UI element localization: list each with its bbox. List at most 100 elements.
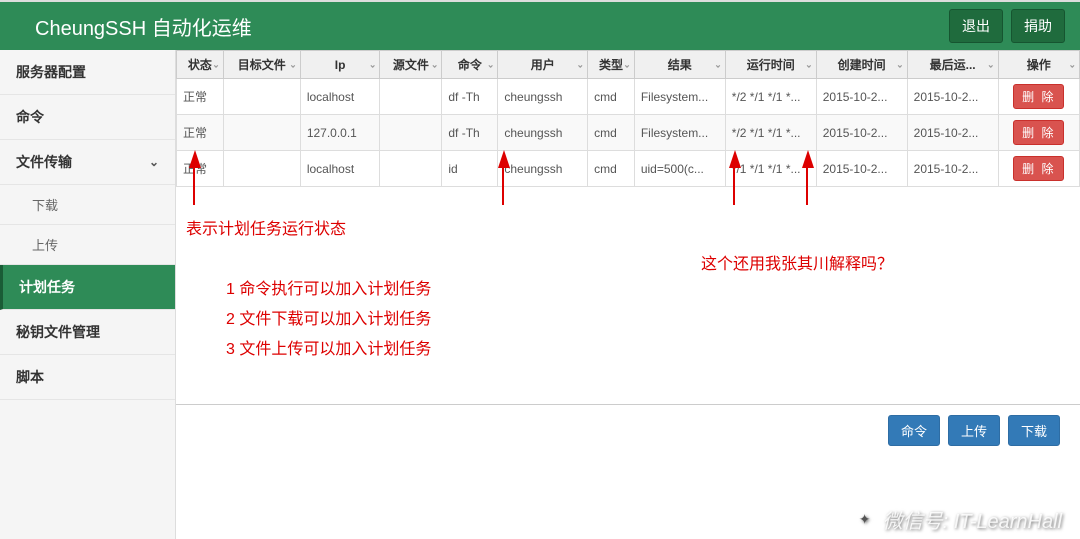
sort-icon: ⌄ bbox=[714, 59, 722, 70]
cell-src bbox=[380, 151, 442, 187]
sidebar-subitem-upload[interactable]: 上传 bbox=[0, 225, 175, 265]
arrow-icon bbox=[729, 150, 741, 168]
arrow-icon bbox=[189, 150, 201, 168]
cell-runtime: */2 */1 */1 *... bbox=[725, 115, 816, 151]
delete-button[interactable]: 删 除 bbox=[1013, 84, 1064, 109]
header-buttons: 退出 捐助 bbox=[949, 9, 1065, 43]
cell-status: 正常 bbox=[177, 115, 224, 151]
arrow-stem bbox=[193, 165, 195, 205]
table-row[interactable]: 正常 127.0.0.1 df -ThcheungsshcmdFilesystem.… bbox=[177, 115, 1080, 151]
col-ip[interactable]: Ip⌄ bbox=[300, 51, 380, 79]
cell-ip: localhost bbox=[300, 79, 380, 115]
arrow-icon bbox=[802, 150, 814, 168]
cell-type: cmd bbox=[588, 115, 635, 151]
header: CheungSSH 自动化运维 退出 捐助 bbox=[0, 0, 1080, 50]
footer-cmd-button[interactable]: 命令 bbox=[888, 415, 940, 446]
chevron-down-icon: ⌄ bbox=[149, 155, 159, 169]
sort-icon: ⌄ bbox=[987, 59, 995, 70]
cell-ltime: 2015-10-2... bbox=[907, 79, 998, 115]
sort-icon: ⌄ bbox=[487, 59, 495, 70]
sort-icon: ⌄ bbox=[805, 59, 813, 70]
arrow-stem bbox=[806, 165, 808, 205]
task-table: 状态⌄ 目标文件⌄ Ip⌄ 源文件⌄ 命令⌄ 用户⌄ 类型⌄ 结果⌄ 运行时间⌄… bbox=[176, 50, 1080, 187]
col-user[interactable]: 用户⌄ bbox=[498, 51, 588, 79]
col-result[interactable]: 结果⌄ bbox=[634, 51, 725, 79]
footer-upload-button[interactable]: 上传 bbox=[948, 415, 1000, 446]
cell-type: cmd bbox=[588, 79, 635, 115]
content-area: 状态⌄ 目标文件⌄ Ip⌄ 源文件⌄ 命令⌄ 用户⌄ 类型⌄ 结果⌄ 运行时间⌄… bbox=[176, 50, 1080, 539]
annotation-line2: 2 文件下载可以加入计划任务 bbox=[226, 305, 431, 329]
cell-dest bbox=[223, 79, 300, 115]
cell-ctime: 2015-10-2... bbox=[816, 115, 907, 151]
sidebar-item-script[interactable]: 脚本 bbox=[0, 355, 175, 400]
col-cmd[interactable]: 命令⌄ bbox=[442, 51, 498, 79]
col-src[interactable]: 源文件⌄ bbox=[380, 51, 442, 79]
sidebar-item-key-management[interactable]: 秘钥文件管理 bbox=[0, 310, 175, 355]
delete-button[interactable]: 删 除 bbox=[1013, 120, 1064, 145]
cell-runtime: */2 */1 */1 *... bbox=[725, 79, 816, 115]
cell-cmd: df -Th bbox=[442, 79, 498, 115]
sort-icon: ⌄ bbox=[577, 59, 585, 70]
annotation-line1: 1 命令执行可以加入计划任务 bbox=[226, 275, 431, 299]
donate-button[interactable]: 捐助 bbox=[1011, 9, 1065, 43]
cell-result: Filesystem... bbox=[634, 115, 725, 151]
sidebar-item-scheduled-tasks[interactable]: 计划任务 bbox=[0, 265, 175, 310]
watermark: ✦ 微信号: IT-LearnHall bbox=[853, 505, 1062, 534]
sort-icon: ⌄ bbox=[1068, 59, 1076, 70]
cell-action: 删 除 bbox=[998, 79, 1079, 115]
annotation-right: 这个还用我张其川解释吗？ bbox=[701, 250, 893, 274]
sort-icon: ⌄ bbox=[431, 59, 439, 70]
col-action[interactable]: 操作⌄ bbox=[998, 51, 1079, 79]
footer-download-button[interactable]: 下载 bbox=[1008, 415, 1060, 446]
sidebar-item-file-transfer[interactable]: 文件传输⌄ bbox=[0, 140, 175, 185]
cell-ltime: 2015-10-2... bbox=[907, 151, 998, 187]
col-type[interactable]: 类型⌄ bbox=[588, 51, 635, 79]
cell-ctime: 2015-10-2... bbox=[816, 79, 907, 115]
cell-cmd: df -Th bbox=[442, 115, 498, 151]
col-status[interactable]: 状态⌄ bbox=[177, 51, 224, 79]
cell-user: cheungssh bbox=[498, 115, 588, 151]
cell-status: 正常 bbox=[177, 79, 224, 115]
cell-result: uid=500(c... bbox=[634, 151, 725, 187]
cell-cmd: id bbox=[442, 151, 498, 187]
cell-type: cmd bbox=[588, 151, 635, 187]
sort-icon: ⌄ bbox=[289, 59, 297, 70]
sidebar-item-command[interactable]: 命令 bbox=[0, 95, 175, 140]
cell-ctime: 2015-10-2... bbox=[816, 151, 907, 187]
table-row[interactable]: 正常localhostidcheungsshcmduid=500(c...*/1… bbox=[177, 151, 1080, 187]
cell-dest bbox=[223, 115, 300, 151]
sidebar: 服务器配置 命令 文件传输⌄ 下载 上传 计划任务 秘钥文件管理 脚本 bbox=[0, 50, 176, 539]
sidebar-item-server-config[interactable]: 服务器配置 bbox=[0, 50, 175, 95]
sort-icon: ⌄ bbox=[212, 59, 220, 70]
sidebar-subitem-download[interactable]: 下载 bbox=[0, 185, 175, 225]
sort-icon: ⌄ bbox=[896, 59, 904, 70]
cell-ip: 127.0.0.1 bbox=[300, 115, 380, 151]
cell-action: 删 除 bbox=[998, 151, 1079, 187]
cell-ltime: 2015-10-2... bbox=[907, 115, 998, 151]
arrow-stem bbox=[502, 165, 504, 205]
cell-src bbox=[380, 79, 442, 115]
logout-button[interactable]: 退出 bbox=[949, 9, 1003, 43]
col-ctime[interactable]: 创建时间⌄ bbox=[816, 51, 907, 79]
cell-action: 删 除 bbox=[998, 115, 1079, 151]
delete-button[interactable]: 删 除 bbox=[1013, 156, 1064, 181]
app-title: CheungSSH 自动化运维 bbox=[35, 12, 252, 41]
sort-icon: ⌄ bbox=[623, 59, 631, 70]
annotation-line3: 3 文件上传可以加入计划任务 bbox=[226, 335, 431, 359]
col-dest[interactable]: 目标文件⌄ bbox=[223, 51, 300, 79]
cell-user: cheungssh bbox=[498, 79, 588, 115]
table-row[interactable]: 正常 localhost df -ThcheungsshcmdFilesystem.… bbox=[177, 79, 1080, 115]
wechat-icon: ✦ bbox=[853, 508, 877, 532]
col-ltime[interactable]: 最后运...⌄ bbox=[907, 51, 998, 79]
cell-dest bbox=[223, 151, 300, 187]
sort-icon: ⌄ bbox=[369, 59, 377, 70]
col-runtime[interactable]: 运行时间⌄ bbox=[725, 51, 816, 79]
footer-buttons: 命令 上传 下载 bbox=[176, 405, 1080, 456]
arrow-icon bbox=[498, 150, 510, 168]
arrow-stem bbox=[733, 165, 735, 205]
cell-result: Filesystem... bbox=[634, 79, 725, 115]
annotation-status: 表示计划任务运行状态 bbox=[186, 215, 346, 239]
cell-user: cheungssh bbox=[498, 151, 588, 187]
cell-src bbox=[380, 115, 442, 151]
cell-ip: localhost bbox=[300, 151, 380, 187]
